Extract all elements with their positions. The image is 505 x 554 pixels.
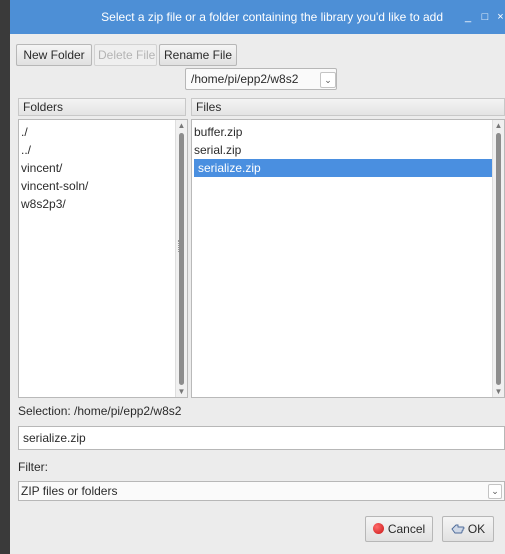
- chevron-down-icon[interactable]: ⌄: [488, 484, 502, 499]
- list-item-folder[interactable]: w8s2p3/: [21, 195, 66, 213]
- list-item-folder[interactable]: ./: [21, 123, 28, 141]
- path-combo-value: /home/pi/epp2/w8s2: [191, 72, 299, 86]
- scroll-thumb[interactable]: [179, 133, 184, 385]
- chevron-down-icon[interactable]: ⌄: [320, 72, 336, 88]
- minimize-button[interactable]: _: [462, 11, 474, 23]
- selection-label: Selection: /home/pi/epp2/w8s2: [18, 404, 182, 418]
- path-combo[interactable]: /home/pi/epp2/w8s2 ⌄: [185, 68, 337, 90]
- scroll-up-arrow-icon[interactable]: ▲: [177, 121, 186, 130]
- files-header: Files: [191, 98, 505, 116]
- ok-label: OK: [467, 522, 486, 536]
- folders-list[interactable]: ./ ../ vincent/ vincent-soln/ w8s2p3/ ▲ …: [18, 119, 188, 398]
- list-item-file-selected[interactable]: serialize.zip: [194, 159, 493, 177]
- selection-input[interactable]: serialize.zip: [18, 426, 505, 450]
- filter-combo-value: ZIP files or folders: [21, 484, 118, 498]
- filter-combo[interactable]: ZIP files or folders ⌄: [18, 481, 505, 501]
- window-title: Select a zip file or a folder containing…: [101, 10, 443, 24]
- list-item-folder[interactable]: vincent-soln/: [21, 177, 88, 195]
- scroll-down-arrow-icon[interactable]: ▼: [177, 387, 186, 396]
- cancel-button[interactable]: Cancel: [365, 516, 433, 542]
- list-item-file[interactable]: buffer.zip: [194, 123, 242, 141]
- scroll-up-arrow-icon[interactable]: ▲: [494, 121, 503, 130]
- scroll-thumb[interactable]: [496, 133, 501, 385]
- list-item-file[interactable]: serial.zip: [194, 141, 241, 159]
- folders-header: Folders: [18, 98, 186, 116]
- list-item-folder[interactable]: vincent/: [21, 159, 62, 177]
- stop-icon: [372, 523, 384, 534]
- close-button[interactable]: ×: [496, 11, 505, 23]
- scroll-down-arrow-icon[interactable]: ▼: [494, 387, 503, 396]
- pane-resize-grip[interactable]: [178, 240, 182, 252]
- list-item-folder[interactable]: ../: [21, 141, 31, 159]
- filter-label: Filter:: [18, 460, 48, 474]
- delete-file-button[interactable]: Delete File: [94, 44, 157, 66]
- files-scrollbar[interactable]: ▲ ▼: [492, 120, 504, 397]
- maximize-button[interactable]: □: [479, 11, 491, 23]
- cancel-label: Cancel: [387, 522, 426, 536]
- rename-file-button[interactable]: Rename File: [159, 44, 237, 66]
- file-selection-dialog: Select a zip file or a folder containing…: [10, 0, 505, 554]
- ok-button[interactable]: OK: [442, 516, 494, 542]
- new-folder-button[interactable]: New Folder: [16, 44, 92, 66]
- ok-hand-icon: [451, 524, 465, 534]
- files-list[interactable]: buffer.zip serial.zip serialize.zip ▲ ▼: [191, 119, 505, 398]
- folders-scrollbar[interactable]: ▲ ▼: [175, 120, 187, 397]
- title-bar[interactable]: Select a zip file or a folder containing…: [10, 0, 505, 34]
